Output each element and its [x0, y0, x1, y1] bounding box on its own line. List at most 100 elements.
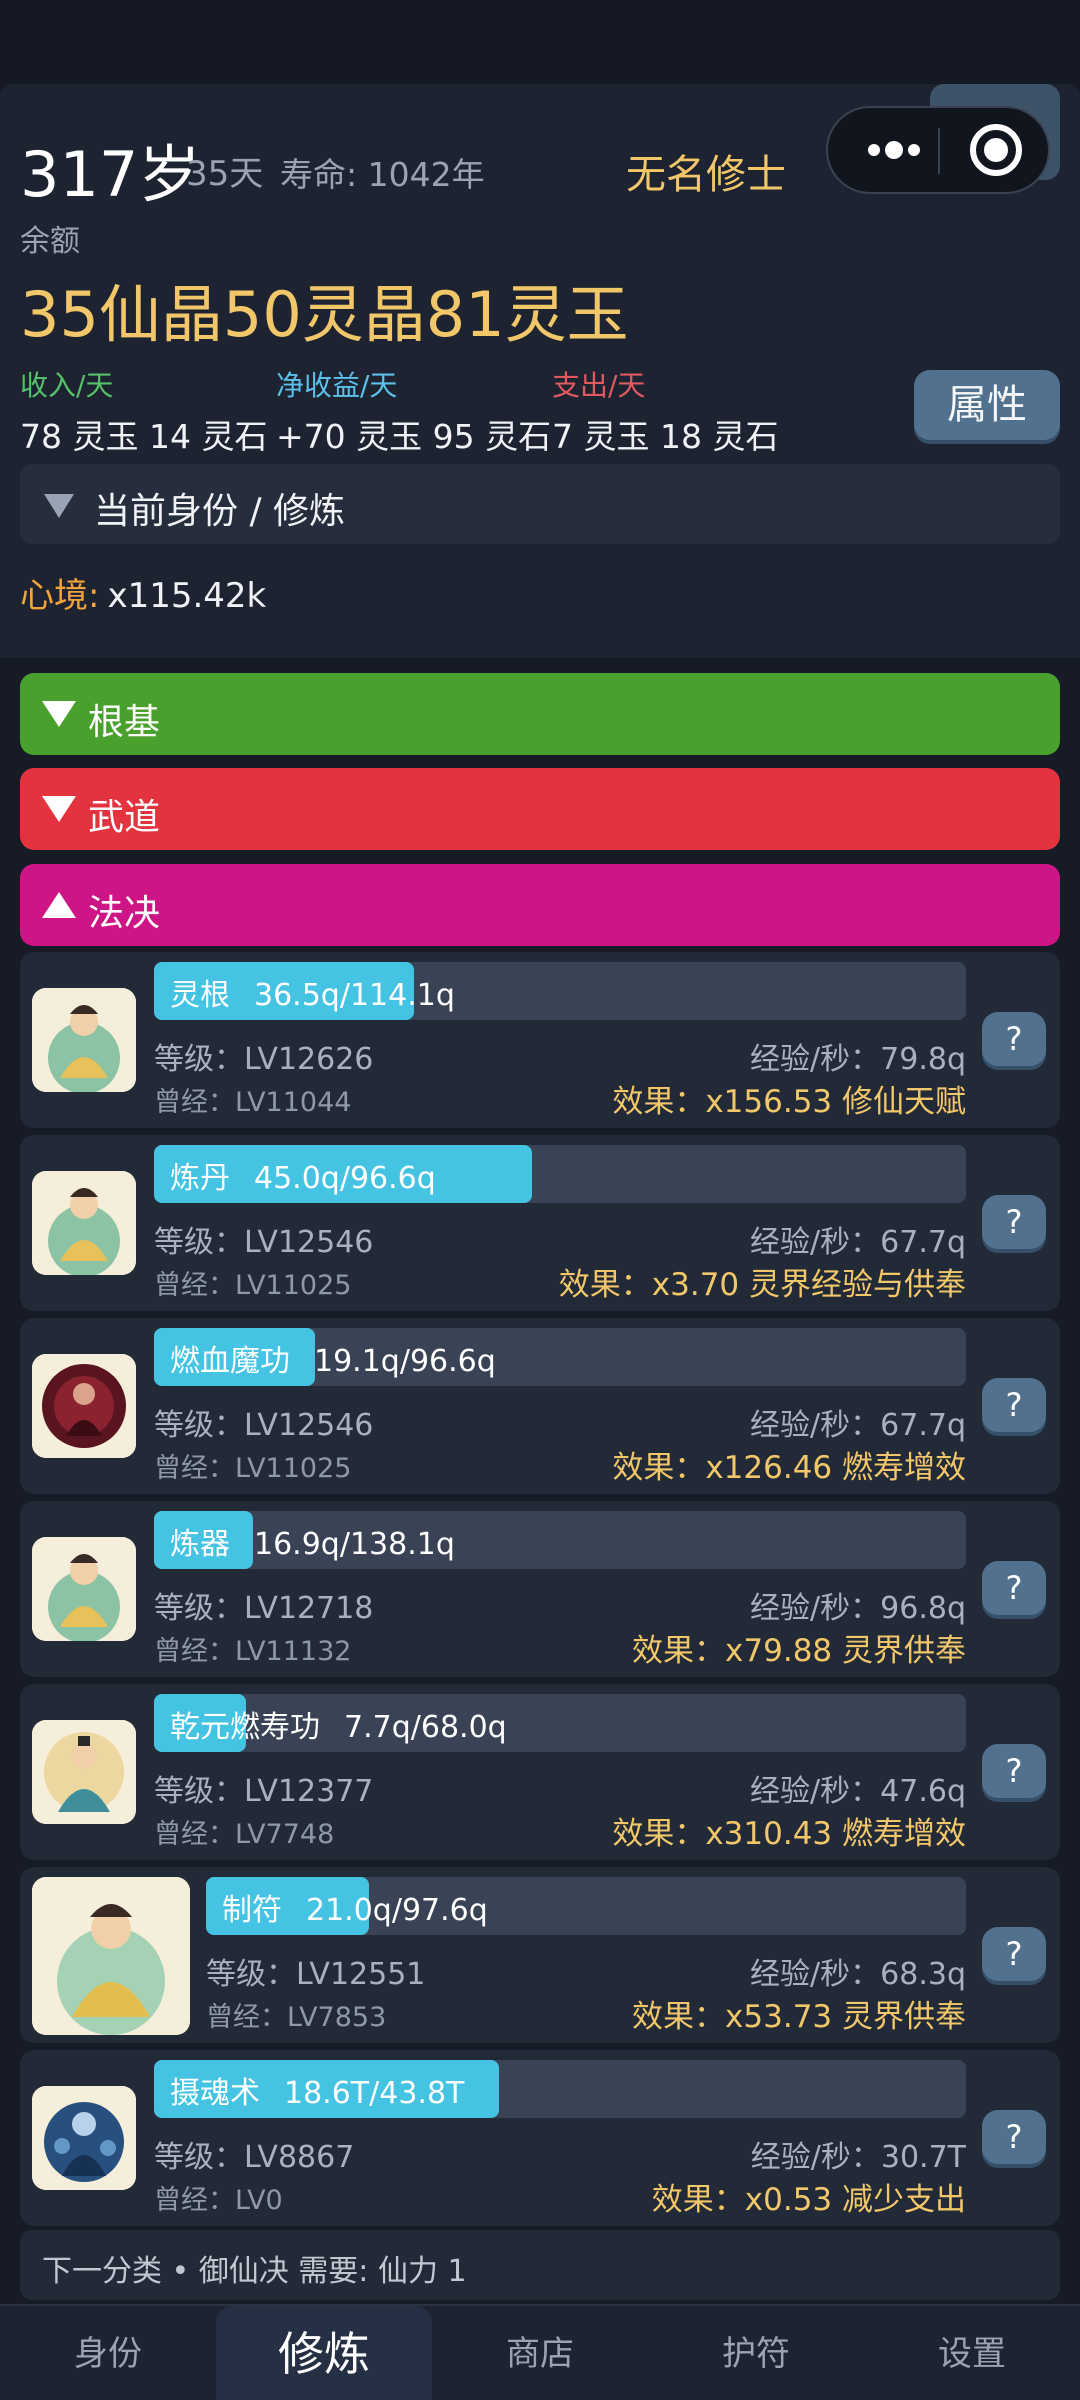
more-icon[interactable] — [858, 130, 930, 170]
skill-level: 等级：LV12546 — [154, 1225, 374, 1260]
skill-avatar — [32, 1537, 136, 1641]
income-label: 收入/天 — [20, 369, 114, 402]
identity-dropdown[interactable]: 当前身份 / 修炼 — [20, 464, 1060, 544]
skill-level: 等级：LV12551 — [206, 1957, 426, 1992]
help-button[interactable]: ? — [982, 1378, 1046, 1432]
skill-name: 摄魂术 — [170, 2076, 260, 2111]
net-block: 净收益/天 +70 灵玉 95 灵石 — [276, 364, 551, 458]
skill-effect: 效果：x310.43 燃寿增效 — [612, 1816, 966, 1852]
bottom-tab-bar: 身份 修炼 商店 护符 设置 — [0, 2304, 1080, 2400]
skill-progress-bar[interactable]: 制符 21.0q/97.6q — [206, 1877, 966, 1935]
skill-exp-rate: 经验/秒：67.7q — [750, 1225, 966, 1260]
skill-progress-text: 45.0q/96.6q — [254, 1161, 436, 1196]
balance-label: 余额 — [20, 224, 80, 259]
skill-past-level: 曾经：LV11025 — [154, 1453, 352, 1484]
section-spell-toggle[interactable]: 法决 — [20, 864, 1060, 946]
skill-card: 燃血魔功 19.1q/96.6q 等级：LV12546 经验/秒：67.7q 曾经… — [20, 1318, 1060, 1494]
skill-progress-bar[interactable]: 乾元燃寿功 7.7q/68.0q — [154, 1694, 966, 1752]
skill-exp-rate: 经验/秒：96.8q — [750, 1591, 966, 1626]
cultivator-name: 无名修士 — [626, 152, 786, 198]
skill-level: 等级：LV12718 — [154, 1591, 374, 1626]
net-value: +70 灵玉 95 灵石 — [276, 417, 552, 456]
skill-level: 等级：LV8867 — [154, 2140, 355, 2175]
help-button[interactable]: ? — [982, 1561, 1046, 1615]
skill-avatar — [32, 988, 136, 1092]
skill-name: 炼器 — [170, 1527, 230, 1562]
skill-exp-rate: 经验/秒：30.7T — [750, 2140, 966, 2175]
triangle-down-icon — [42, 701, 76, 727]
section-root-toggle[interactable]: 根基 — [20, 673, 1060, 755]
expense-block: 支出/天 7 灵玉 18 灵石 — [552, 364, 778, 458]
expense-label: 支出/天 — [552, 369, 646, 402]
income-block: 收入/天 78 灵玉 14 灵石 — [20, 364, 267, 458]
age-text: 317岁 — [20, 138, 201, 211]
skill-level: 等级：LV12377 — [154, 1774, 374, 1809]
mood-row: 心境: x115.42k — [20, 568, 266, 617]
triangle-down-icon — [42, 796, 76, 822]
skill-avatar — [32, 1720, 136, 1824]
tab-settings[interactable]: 设置 — [864, 2306, 1080, 2400]
skill-card: 乾元燃寿功 7.7q/68.0q 等级：LV12377 经验/秒：47.6q 曾经… — [20, 1684, 1060, 1860]
skill-exp-rate: 经验/秒：47.6q — [750, 1774, 966, 1809]
tab-amulet[interactable]: 护符 — [648, 2306, 864, 2400]
skill-effect: 效果：x126.46 燃寿增效 — [612, 1450, 966, 1486]
skill-progress-text: 18.6T/43.8T — [284, 2076, 465, 2111]
skill-card: 炼器 16.9q/138.1q 等级：LV12718 经验/秒：96.8q 曾经：… — [20, 1501, 1060, 1677]
skill-progress-text: 21.0q/97.6q — [306, 1893, 488, 1928]
skill-exp-rate: 经验/秒：79.8q — [750, 1042, 966, 1077]
section-spell-label: 法决 — [88, 893, 161, 934]
expense-value: 7 灵玉 18 灵石 — [552, 417, 779, 456]
days-text: 35天 — [186, 154, 264, 194]
close-target-icon[interactable] — [970, 124, 1022, 176]
skill-past-level: 曾经：LV11044 — [154, 1087, 352, 1118]
skill-progress-bar[interactable]: 燃血魔功 19.1q/96.6q — [154, 1328, 966, 1386]
skill-past-level: 曾经：LV7748 — [154, 1819, 335, 1850]
tab-shop[interactable]: 商店 — [432, 2306, 648, 2400]
skill-past-level: 曾经：LV0 — [154, 2185, 283, 2216]
lifespan-text: 寿命: 1042年 — [280, 155, 485, 194]
capsule-divider — [938, 128, 940, 174]
skill-exp-rate: 经验/秒：67.7q — [750, 1408, 966, 1443]
attributes-button[interactable]: 属性 — [914, 370, 1060, 440]
triangle-down-icon — [44, 494, 74, 518]
skill-progress-text: 16.9q/138.1q — [254, 1527, 455, 1562]
skill-effect: 效果：x3.70 灵界经验与供奉 — [558, 1267, 966, 1303]
help-button[interactable]: ? — [982, 1195, 1046, 1249]
skill-progress-bar[interactable]: 炼丹 45.0q/96.6q — [154, 1145, 966, 1203]
triangle-up-icon — [42, 892, 76, 918]
skill-progress-bar[interactable]: 摄魂术 18.6T/43.8T — [154, 2060, 966, 2118]
tab-cultivation[interactable]: 修炼 — [216, 2306, 432, 2400]
skill-avatar — [32, 1171, 136, 1275]
skill-effect: 效果：x156.53 修仙天赋 — [612, 1084, 966, 1120]
mood-label: 心境: — [20, 576, 100, 616]
skill-card: 灵根 36.5q/114.1q 等级：LV12626 经验/秒：79.8q 曾经：… — [20, 952, 1060, 1128]
skill-name: 燃血魔功 — [170, 1344, 290, 1379]
skill-avatar — [32, 1877, 190, 2035]
skill-progress-text: 19.1q/96.6q — [314, 1344, 496, 1379]
skill-level: 等级：LV12546 — [154, 1408, 374, 1443]
help-button[interactable]: ? — [982, 1744, 1046, 1798]
status-bar — [0, 0, 1080, 84]
mood-value: x115.42k — [107, 576, 267, 616]
skill-name: 乾元燃寿功 — [170, 1710, 320, 1745]
help-button[interactable]: ? — [982, 1012, 1046, 1066]
skill-avatar — [32, 1354, 136, 1458]
skill-progress-bar[interactable]: 炼器 16.9q/138.1q — [154, 1511, 966, 1569]
section-root-label: 根基 — [88, 702, 161, 743]
skill-progress-text: 36.5q/114.1q — [254, 978, 455, 1013]
skill-name: 灵根 — [170, 978, 230, 1013]
stats-header: 317岁 35天 寿命: 1042年 无名修士 6x 余额 35仙晶50灵晶81… — [0, 84, 1080, 658]
help-button[interactable]: ? — [982, 2110, 1046, 2164]
help-button[interactable]: ? — [982, 1927, 1046, 1981]
skill-name: 制符 — [222, 1893, 282, 1928]
skill-effect: 效果：x79.88 灵界供奉 — [632, 1633, 966, 1669]
skill-name: 炼丹 — [170, 1161, 230, 1196]
tab-identity[interactable]: 身份 — [0, 2306, 216, 2400]
skill-progress-bar[interactable]: 灵根 36.5q/114.1q — [154, 962, 966, 1020]
next-category-text: 下一分类 • 御仙决 需要: 仙力 1 — [42, 2254, 467, 2289]
skill-past-level: 曾经：LV7853 — [206, 2002, 387, 2033]
section-martial-toggle[interactable]: 武道 — [20, 768, 1060, 850]
skill-level: 等级：LV12626 — [154, 1042, 374, 1077]
skill-card: 摄魂术 18.6T/43.8T 等级：LV8867 经验/秒：30.7T 曾经：L… — [20, 2050, 1060, 2226]
skill-card: 炼丹 45.0q/96.6q 等级：LV12546 经验/秒：67.7q 曾经：L… — [20, 1135, 1060, 1311]
